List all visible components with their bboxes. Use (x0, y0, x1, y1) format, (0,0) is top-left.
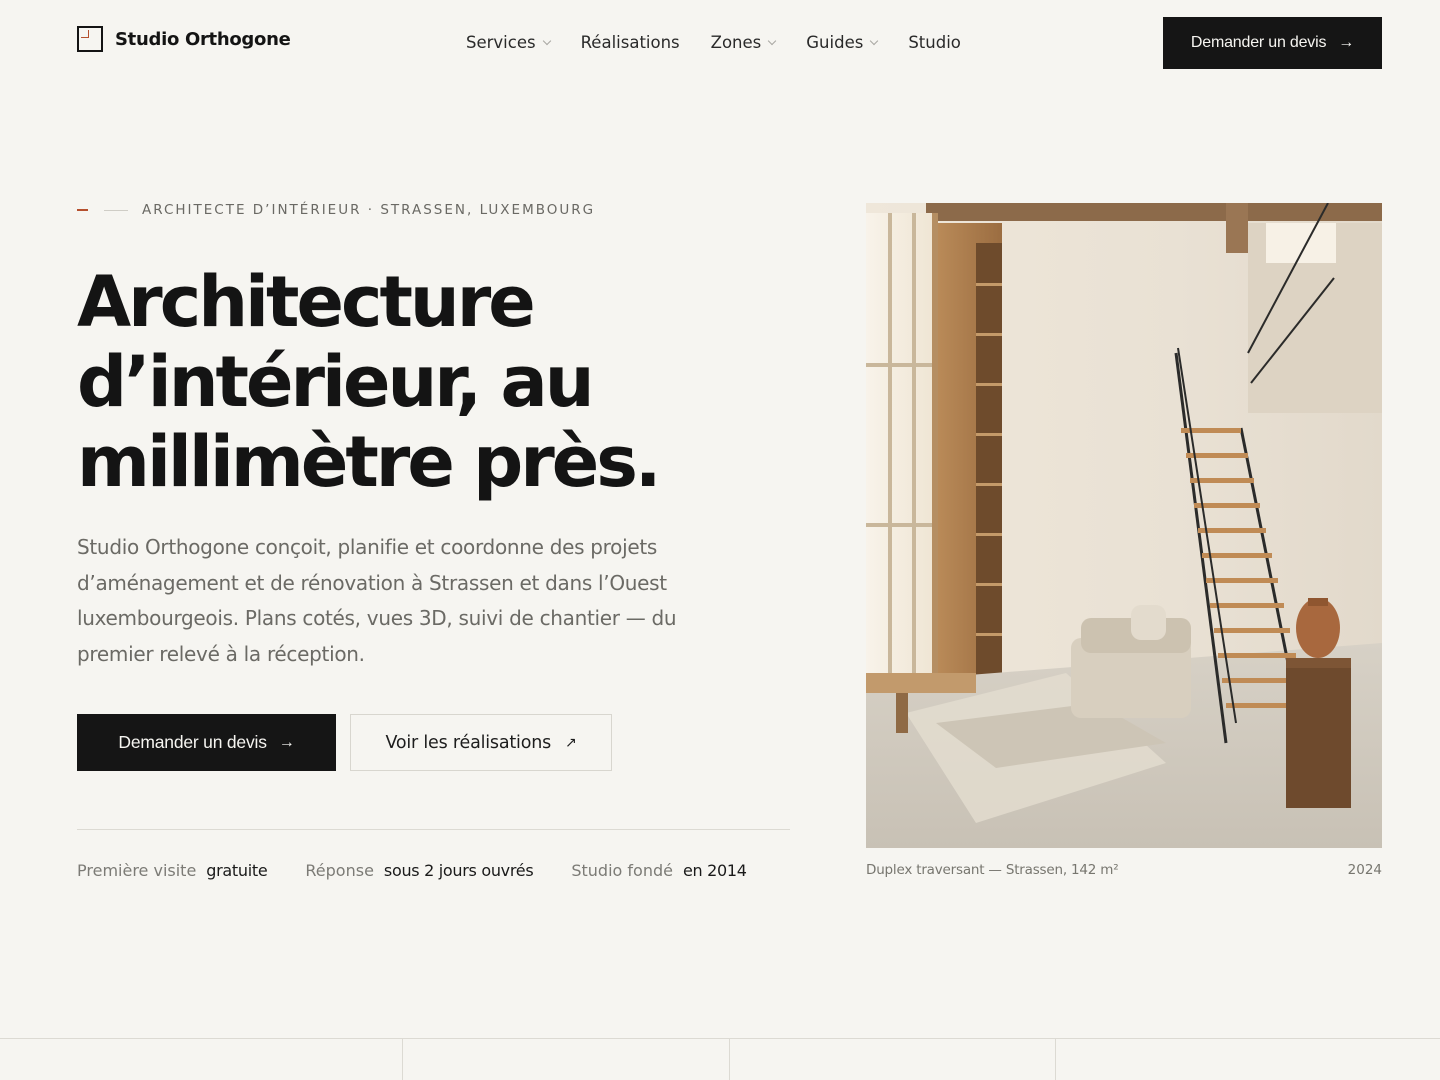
nav-item-guides[interactable]: Guides (806, 33, 879, 52)
arrow-right-icon: → (278, 733, 295, 751)
accent-dash (77, 209, 88, 211)
hero-photo (866, 203, 1382, 848)
photo-year: 2024 (1347, 862, 1382, 878)
logo-icon (77, 26, 103, 52)
hero-title-line: d’intérieur, au (77, 341, 595, 423)
fact-label: Première visite (77, 861, 197, 880)
brand-name: Studio Orthogone (115, 28, 291, 50)
arrow-right-icon: → (1338, 34, 1355, 51)
nav-item-zones[interactable]: Zones (710, 33, 777, 52)
nav-item-label: Réalisations (580, 33, 680, 52)
band-divider (1055, 1039, 1056, 1080)
fact-item: Réponse sous 2 jours ouvrés (305, 861, 533, 880)
site-header: Studio Orthogone Services Réalisations Z… (0, 0, 1440, 88)
photo-caption: Duplex traversant — Strassen, 142 m² (866, 862, 1119, 878)
nav-item-studio[interactable]: Studio (908, 33, 961, 52)
fact-item: Studio fondé en 2014 (571, 861, 747, 880)
header-quote-label: Demander un devis (1190, 34, 1327, 51)
fact-label: Studio fondé (571, 861, 673, 880)
interior-illustration (866, 203, 1382, 848)
features-band (0, 1038, 1440, 1080)
hero-title: Architecture d’intérieur, au millimètre … (77, 262, 717, 502)
hero-lead: Studio Orthogone conçoit, planifie et co… (77, 535, 677, 666)
nav-item-realisations[interactable]: Réalisations (581, 33, 680, 52)
hero-quote-label: Demander un devis (118, 732, 267, 752)
hero-eyebrow: ARCHITECTE D’INTÉRIEUR · STRASSEN, LUXEM… (77, 202, 595, 218)
eyebrow-text: ARCHITECTE D’INTÉRIEUR · STRASSEN, LUXEM… (142, 202, 596, 218)
hero-divider (77, 829, 790, 830)
chevron-down-icon (870, 36, 879, 45)
hero-title-line: millimètre près. (77, 421, 662, 503)
band-divider (402, 1039, 403, 1080)
main-nav: Services Réalisations Zones Guides Studi… (466, 33, 992, 52)
eyebrow-rule (104, 209, 128, 211)
fact-value: en 2014 (682, 861, 747, 880)
view-projects-button[interactable]: Voir les réalisations ↗ (350, 714, 612, 771)
nav-item-label: Zones (710, 33, 762, 52)
arrow-up-right-icon: ↗ (565, 734, 577, 751)
hero-quote-button[interactable]: Demander un devis → (77, 714, 336, 771)
band-divider (729, 1039, 730, 1080)
hero-facts: Première visite gratuite Réponse sous 2 … (77, 861, 785, 880)
nav-item-label: Guides (806, 33, 864, 52)
nav-item-label: Studio (908, 33, 961, 52)
chevron-down-icon (542, 36, 551, 45)
brand-logo-link[interactable]: Studio Orthogone (77, 26, 291, 52)
chevron-down-icon (768, 36, 777, 45)
hero-title-line: Architecture (77, 261, 536, 343)
header-quote-button[interactable]: Demander un devis → (1163, 17, 1382, 69)
fact-label: Réponse (305, 861, 374, 880)
fact-value: sous 2 jours ouvrés (383, 861, 534, 880)
nav-item-label: Services (466, 33, 536, 52)
fact-value: gratuite (206, 861, 268, 880)
view-projects-label: Voir les réalisations (385, 732, 552, 753)
fact-item: Première visite gratuite (77, 861, 268, 880)
nav-item-services[interactable]: Services (466, 33, 551, 52)
